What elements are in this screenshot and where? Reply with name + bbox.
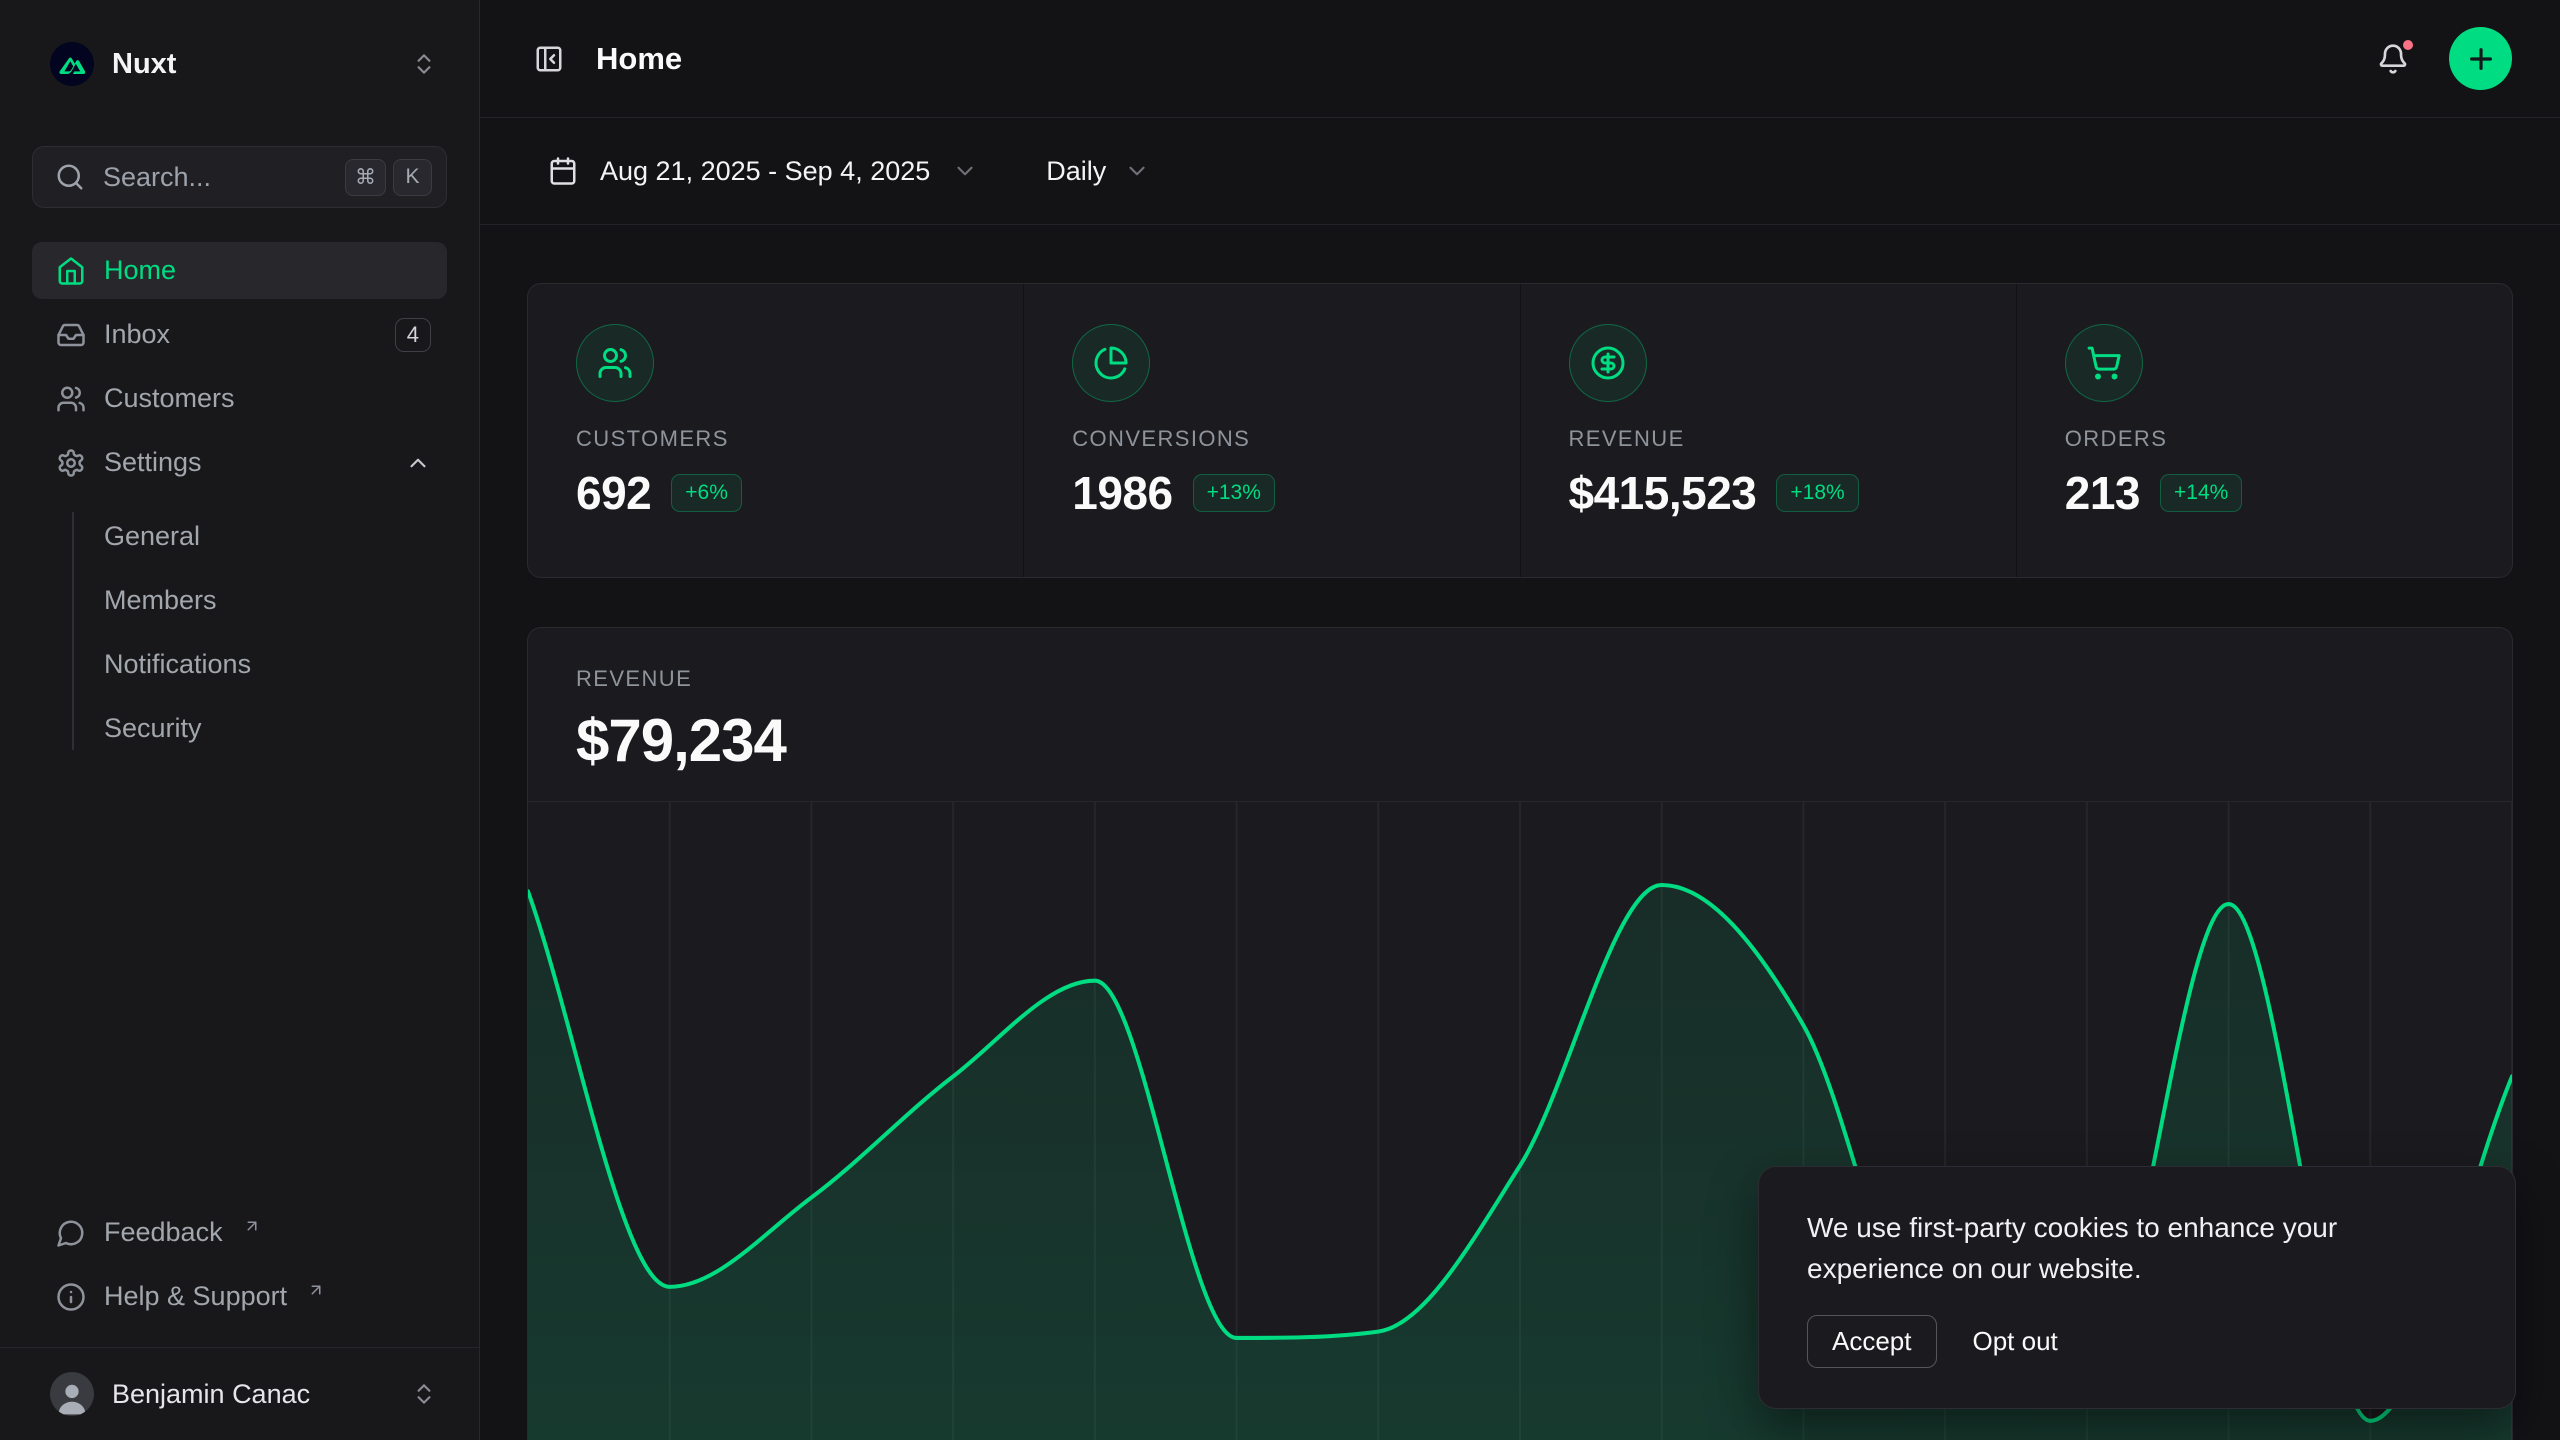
- stat-delta-badge: +6%: [671, 474, 742, 512]
- stat-delta-badge: +13%: [1193, 474, 1275, 512]
- sidebar-item-label: Help & Support: [104, 1281, 287, 1312]
- external-link-icon: [307, 1281, 325, 1299]
- sidebar-item-label: Feedback: [104, 1217, 223, 1248]
- inbox-count-badge: 4: [395, 318, 431, 352]
- sidebar-spacer: [32, 760, 447, 1204]
- topbar: Home: [480, 0, 2560, 118]
- info-circle-icon: [56, 1282, 86, 1312]
- stat-conversions[interactable]: CONVERSIONS 1986 +13%: [1023, 284, 1519, 577]
- message-bubble-icon: [56, 1218, 86, 1248]
- stat-label: ORDERS: [2065, 426, 2464, 452]
- plus-icon: [2465, 43, 2497, 75]
- accept-button[interactable]: Accept: [1807, 1315, 1937, 1368]
- sidebar-item-label: Home: [104, 255, 176, 286]
- shopping-cart-icon: [2065, 324, 2143, 402]
- revenue-chart-header: REVENUE $79,234: [528, 628, 2512, 775]
- subnav-label: Notifications: [104, 649, 251, 680]
- search-icon: [55, 162, 85, 192]
- kbd-cmd: ⌘: [345, 159, 386, 196]
- sidebar-item-inbox[interactable]: Inbox 4: [32, 306, 447, 363]
- sidebar-item-label: Inbox: [104, 319, 170, 350]
- pie-chart-icon: [1072, 324, 1150, 402]
- dollar-circle-icon: [1569, 324, 1647, 402]
- sidebar-item-members[interactable]: Members: [32, 568, 447, 632]
- sidebar-item-general[interactable]: General: [32, 504, 447, 568]
- sidebar-nav: Home Inbox 4 Customers Settings: [32, 242, 447, 760]
- home-icon: [56, 256, 86, 286]
- sidebar-divider: [0, 1347, 479, 1348]
- filter-bar: Aug 21, 2025 - Sep 4, 2025 Daily: [480, 118, 2560, 225]
- cookie-actions: Accept Opt out: [1807, 1315, 2467, 1368]
- chevron-down-icon: [952, 158, 978, 184]
- revenue-chart-label: REVENUE: [576, 666, 2464, 692]
- calendar-icon: [548, 156, 578, 186]
- date-range-value: Aug 21, 2025 - Sep 4, 2025: [600, 156, 930, 187]
- stat-label: CONVERSIONS: [1072, 426, 1471, 452]
- gear-icon: [56, 448, 86, 478]
- sidebar-item-customers[interactable]: Customers: [32, 370, 447, 427]
- notifications-button[interactable]: [2371, 37, 2415, 81]
- chevrons-up-down-icon: [411, 51, 437, 77]
- sidebar-item-label: Settings: [104, 447, 202, 478]
- chevron-up-icon: [405, 450, 431, 476]
- stat-delta-badge: +18%: [1776, 474, 1858, 512]
- date-range-select[interactable]: Aug 21, 2025 - Sep 4, 2025: [536, 146, 990, 197]
- stat-delta-badge: +14%: [2160, 474, 2242, 512]
- users-icon: [56, 384, 86, 414]
- stat-value: $415,523: [1569, 466, 1757, 520]
- topbar-actions: [2371, 27, 2512, 90]
- search-input[interactable]: Search... ⌘ K: [32, 146, 447, 208]
- inbox-icon: [56, 320, 86, 350]
- settings-subnav: General Members Notifications Security: [32, 504, 447, 760]
- subnav-label: General: [104, 521, 200, 552]
- notification-dot: [2400, 37, 2416, 53]
- workspace-switcher[interactable]: Nuxt: [32, 36, 447, 92]
- granularity-select[interactable]: Daily: [1034, 146, 1162, 197]
- sidebar-item-settings[interactable]: Settings: [32, 434, 447, 491]
- stat-value: 213: [2065, 466, 2140, 520]
- page-title: Home: [596, 41, 682, 77]
- cookie-banner: We use first-party cookies to enhance yo…: [1758, 1166, 2516, 1409]
- panel-collapse-icon: [534, 44, 564, 74]
- stats-card: CUSTOMERS 692 +6% CONVERSIONS 1986 +13%: [527, 283, 2513, 578]
- collapse-sidebar-button[interactable]: [528, 38, 570, 80]
- external-link-icon: [243, 1217, 261, 1235]
- subnav-label: Members: [104, 585, 217, 616]
- chevron-down-icon: [1124, 158, 1150, 184]
- search-placeholder: Search...: [103, 162, 211, 193]
- revenue-chart-value: $79,234: [576, 706, 2464, 775]
- user-menu[interactable]: Benjamin Canac: [32, 1364, 447, 1424]
- sidebar-footer-nav: Feedback Help & Support: [32, 1204, 447, 1325]
- sidebar-item-feedback[interactable]: Feedback: [32, 1204, 447, 1261]
- sidebar-item-help-support[interactable]: Help & Support: [32, 1268, 447, 1325]
- sidebar-item-label: Customers: [104, 383, 235, 414]
- sidebar-item-home[interactable]: Home: [32, 242, 447, 299]
- stat-label: REVENUE: [1569, 426, 1968, 452]
- stat-value: 1986: [1072, 466, 1172, 520]
- user-name: Benjamin Canac: [112, 1379, 310, 1410]
- sidebar-item-security[interactable]: Security: [32, 696, 447, 760]
- stat-label: CUSTOMERS: [576, 426, 975, 452]
- opt-out-button[interactable]: Opt out: [1967, 1316, 2064, 1367]
- stat-customers[interactable]: CUSTOMERS 692 +6%: [528, 284, 1023, 577]
- chevrons-up-down-icon: [411, 1381, 437, 1407]
- add-button[interactable]: [2449, 27, 2512, 90]
- stat-value: 692: [576, 466, 651, 520]
- cookie-message: We use first-party cookies to enhance yo…: [1807, 1207, 2427, 1289]
- stat-revenue[interactable]: REVENUE $415,523 +18%: [1520, 284, 2016, 577]
- kbd-k: K: [393, 159, 432, 196]
- granularity-value: Daily: [1046, 156, 1106, 187]
- search-shortcut: ⌘ K: [345, 159, 432, 196]
- users-icon: [576, 324, 654, 402]
- subnav-label: Security: [104, 713, 202, 744]
- stat-orders[interactable]: ORDERS 213 +14%: [2016, 284, 2512, 577]
- sidebar-item-notifications[interactable]: Notifications: [32, 632, 447, 696]
- workspace-name: Nuxt: [112, 48, 176, 81]
- sidebar: Nuxt Search... ⌘ K Home: [0, 0, 480, 1440]
- avatar: [50, 1372, 94, 1416]
- nuxt-logo-icon: [50, 42, 94, 86]
